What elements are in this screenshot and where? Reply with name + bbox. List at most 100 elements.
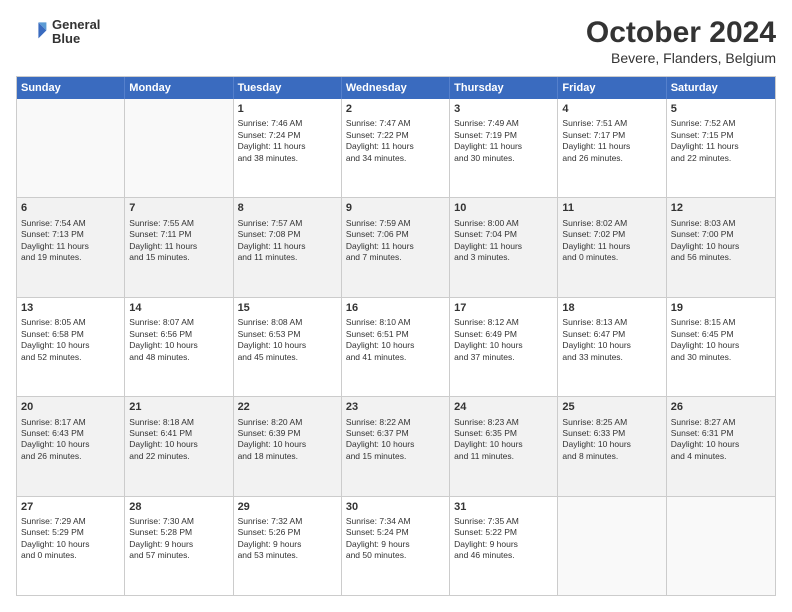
- day-info: Sunrise: 8:17 AM Sunset: 6:43 PM Dayligh…: [21, 417, 120, 463]
- day-number: 21: [129, 400, 228, 414]
- day-number: 17: [454, 301, 553, 315]
- table-row: 14 Sunrise: 8:07 AM Sunset: 6:56 PM Dayli…: [125, 298, 233, 396]
- day-number: 3: [454, 102, 553, 116]
- table-row: 9Sunrise: 7:59 AM Sunset: 7:06 PM Daylig…: [342, 198, 450, 296]
- logo-text: General Blue: [52, 18, 100, 47]
- calendar-week-5: 27Sunrise: 7:29 AM Sunset: 5:29 PM Dayli…: [17, 497, 775, 595]
- calendar: Sunday Monday Tuesday Wednesday Thursday…: [16, 76, 776, 596]
- table-row: 21 Sunrise: 8:18 AM Sunset: 6:41 PM Dayli…: [125, 397, 233, 495]
- logo-line2: Blue: [52, 32, 100, 46]
- day-number: 1: [238, 102, 337, 116]
- day-number: 28: [129, 500, 228, 514]
- header-tuesday: Tuesday: [234, 77, 342, 99]
- table-row: 8 Sunrise: 7:57 AM Sunset: 7:08 PM Daylig…: [234, 198, 342, 296]
- day-number: 2: [346, 102, 445, 116]
- table-row: [667, 497, 775, 595]
- table-row: 13 Sunrise: 8:05 AM Sunset: 6:58 PM Dayli…: [17, 298, 125, 396]
- table-row: 28Sunrise: 7:30 AM Sunset: 5:28 PM Dayli…: [125, 497, 233, 595]
- day-number: 11: [562, 201, 661, 215]
- logo: General Blue: [16, 16, 100, 48]
- day-info: Sunrise: 7:35 AM Sunset: 5:22 PM Dayligh…: [454, 516, 553, 562]
- calendar-week-3: 13 Sunrise: 8:05 AM Sunset: 6:58 PM Dayli…: [17, 298, 775, 397]
- table-row: 23 Sunrise: 8:22 AM Sunset: 6:37 PM Dayli…: [342, 397, 450, 495]
- day-info: Sunrise: 8:07 AM Sunset: 6:56 PM Dayligh…: [129, 317, 228, 363]
- day-number: 16: [346, 301, 445, 315]
- day-number: 18: [562, 301, 661, 315]
- day-number: 14: [129, 301, 228, 315]
- page: General Blue October 2024 Bevere, Flande…: [0, 0, 792, 612]
- calendar-header: Sunday Monday Tuesday Wednesday Thursday…: [17, 77, 775, 99]
- day-info: Sunrise: 7:51 AM Sunset: 7:17 PM Dayligh…: [562, 118, 661, 164]
- calendar-title: October 2024: [586, 16, 776, 50]
- day-info: Sunrise: 8:20 AM Sunset: 6:39 PM Dayligh…: [238, 417, 337, 463]
- day-number: 31: [454, 500, 553, 514]
- table-row: 30Sunrise: 7:34 AM Sunset: 5:24 PM Dayli…: [342, 497, 450, 595]
- logo-icon: [16, 16, 48, 48]
- table-row: 27Sunrise: 7:29 AM Sunset: 5:29 PM Dayli…: [17, 497, 125, 595]
- day-number: 25: [562, 400, 661, 414]
- day-info: Sunrise: 8:12 AM Sunset: 6:49 PM Dayligh…: [454, 317, 553, 363]
- header-sunday: Sunday: [17, 77, 125, 99]
- table-row: 22Sunrise: 8:20 AM Sunset: 6:39 PM Dayli…: [234, 397, 342, 495]
- day-info: Sunrise: 8:18 AM Sunset: 6:41 PM Dayligh…: [129, 417, 228, 463]
- day-info: Sunrise: 8:22 AM Sunset: 6:37 PM Dayligh…: [346, 417, 445, 463]
- table-row: 3 Sunrise: 7:49 AM Sunset: 7:19 PM Daylig…: [450, 99, 558, 197]
- day-number: 26: [671, 400, 771, 414]
- day-info: Sunrise: 7:29 AM Sunset: 5:29 PM Dayligh…: [21, 516, 120, 562]
- day-info: Sunrise: 7:32 AM Sunset: 5:26 PM Dayligh…: [238, 516, 337, 562]
- table-row: 17 Sunrise: 8:12 AM Sunset: 6:49 PM Dayli…: [450, 298, 558, 396]
- day-number: 15: [238, 301, 337, 315]
- table-row: 26 Sunrise: 8:27 AM Sunset: 6:31 PM Dayli…: [667, 397, 775, 495]
- day-number: 13: [21, 301, 120, 315]
- day-info: Sunrise: 7:57 AM Sunset: 7:08 PM Dayligh…: [238, 218, 337, 264]
- day-number: 5: [671, 102, 771, 116]
- header: General Blue October 2024 Bevere, Flande…: [16, 16, 776, 66]
- table-row: 10Sunrise: 8:00 AM Sunset: 7:04 PM Dayli…: [450, 198, 558, 296]
- day-info: Sunrise: 8:25 AM Sunset: 6:33 PM Dayligh…: [562, 417, 661, 463]
- table-row: 7Sunrise: 7:55 AM Sunset: 7:11 PM Daylig…: [125, 198, 233, 296]
- day-info: Sunrise: 7:34 AM Sunset: 5:24 PM Dayligh…: [346, 516, 445, 562]
- table-row: 5 Sunrise: 7:52 AM Sunset: 7:15 PM Daylig…: [667, 99, 775, 197]
- day-info: Sunrise: 7:52 AM Sunset: 7:15 PM Dayligh…: [671, 118, 771, 164]
- day-info: Sunrise: 8:03 AM Sunset: 7:00 PM Dayligh…: [671, 218, 771, 264]
- table-row: 15 Sunrise: 8:08 AM Sunset: 6:53 PM Dayli…: [234, 298, 342, 396]
- day-number: 6: [21, 201, 120, 215]
- day-number: 8: [238, 201, 337, 215]
- day-number: 4: [562, 102, 661, 116]
- day-number: 23: [346, 400, 445, 414]
- day-number: 20: [21, 400, 120, 414]
- table-row: 20 Sunrise: 8:17 AM Sunset: 6:43 PM Dayli…: [17, 397, 125, 495]
- table-row: 6 Sunrise: 7:54 AM Sunset: 7:13 PM Daylig…: [17, 198, 125, 296]
- table-row: [17, 99, 125, 197]
- day-info: Sunrise: 8:10 AM Sunset: 6:51 PM Dayligh…: [346, 317, 445, 363]
- table-row: [558, 497, 666, 595]
- calendar-subtitle: Bevere, Flanders, Belgium: [586, 50, 776, 66]
- calendar-week-2: 6 Sunrise: 7:54 AM Sunset: 7:13 PM Daylig…: [17, 198, 775, 297]
- table-row: 4 Sunrise: 7:51 AM Sunset: 7:17 PM Daylig…: [558, 99, 666, 197]
- day-number: 24: [454, 400, 553, 414]
- day-number: 19: [671, 301, 771, 315]
- logo-line1: General: [52, 18, 100, 32]
- header-friday: Friday: [558, 77, 666, 99]
- calendar-week-4: 20 Sunrise: 8:17 AM Sunset: 6:43 PM Dayli…: [17, 397, 775, 496]
- table-row: 2Sunrise: 7:47 AM Sunset: 7:22 PM Daylig…: [342, 99, 450, 197]
- table-row: 1Sunrise: 7:46 AM Sunset: 7:24 PM Daylig…: [234, 99, 342, 197]
- table-row: 29Sunrise: 7:32 AM Sunset: 5:26 PM Dayli…: [234, 497, 342, 595]
- day-info: Sunrise: 8:27 AM Sunset: 6:31 PM Dayligh…: [671, 417, 771, 463]
- header-thursday: Thursday: [450, 77, 558, 99]
- day-info: Sunrise: 8:05 AM Sunset: 6:58 PM Dayligh…: [21, 317, 120, 363]
- header-saturday: Saturday: [667, 77, 775, 99]
- day-info: Sunrise: 7:54 AM Sunset: 7:13 PM Dayligh…: [21, 218, 120, 264]
- table-row: 19Sunrise: 8:15 AM Sunset: 6:45 PM Dayli…: [667, 298, 775, 396]
- day-info: Sunrise: 8:13 AM Sunset: 6:47 PM Dayligh…: [562, 317, 661, 363]
- day-number: 12: [671, 201, 771, 215]
- table-row: 25 Sunrise: 8:25 AM Sunset: 6:33 PM Dayli…: [558, 397, 666, 495]
- table-row: [125, 99, 233, 197]
- day-info: Sunrise: 8:23 AM Sunset: 6:35 PM Dayligh…: [454, 417, 553, 463]
- day-info: Sunrise: 8:02 AM Sunset: 7:02 PM Dayligh…: [562, 218, 661, 264]
- table-row: 24 Sunrise: 8:23 AM Sunset: 6:35 PM Dayli…: [450, 397, 558, 495]
- day-info: Sunrise: 8:08 AM Sunset: 6:53 PM Dayligh…: [238, 317, 337, 363]
- day-info: Sunrise: 7:49 AM Sunset: 7:19 PM Dayligh…: [454, 118, 553, 164]
- day-number: 9: [346, 201, 445, 215]
- table-row: 11 Sunrise: 8:02 AM Sunset: 7:02 PM Dayli…: [558, 198, 666, 296]
